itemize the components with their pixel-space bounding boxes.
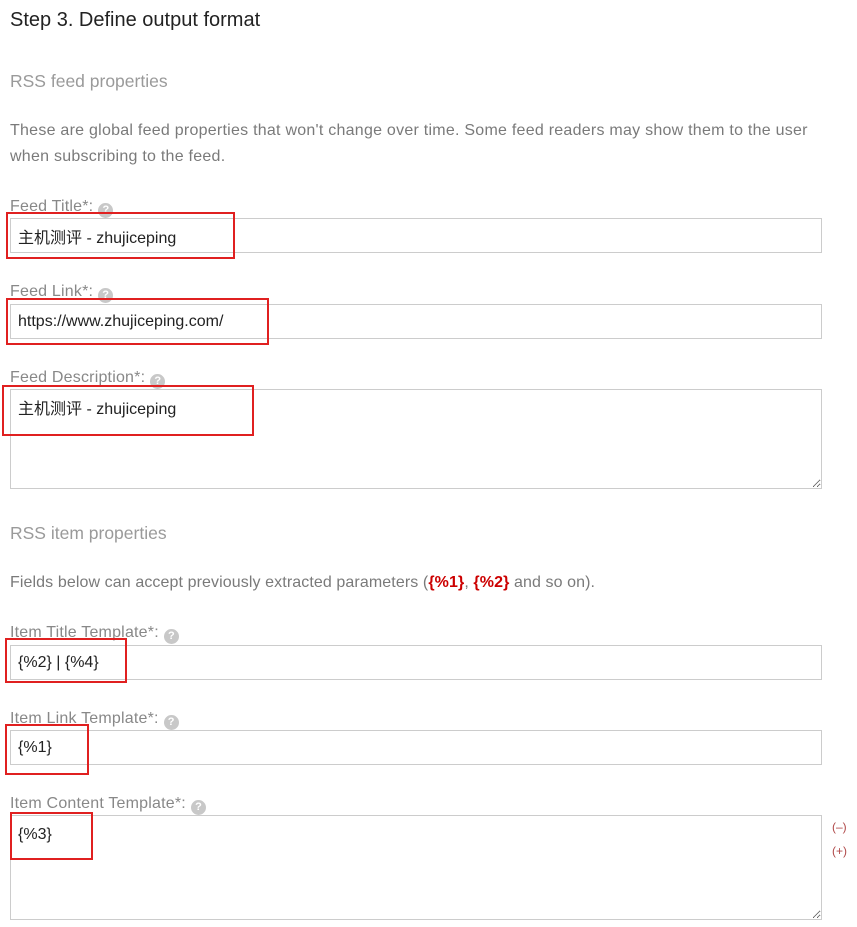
page-title: Step 3. Define output format [10, 9, 261, 31]
help-icon[interactable]: ? [98, 203, 114, 218]
help-icon[interactable]: ? [150, 374, 166, 389]
item-content-template-label: Item Content Template*:? [10, 794, 206, 815]
help-icon[interactable]: ? [163, 715, 179, 730]
shrink-textarea-link[interactable]: (–) [832, 819, 847, 835]
feed-description-label-text: Feed Description*: [10, 369, 146, 386]
item-link-template-label: Item Link Template*:? [10, 709, 179, 730]
feed-description-textarea[interactable]: 主机测评 - zhujiceping [10, 389, 822, 489]
feed-link-label-text: Feed Link*: [10, 283, 94, 300]
item-title-template-label: Item Title Template*:? [10, 623, 179, 644]
item-link-template-label-text: Item Link Template*: [10, 710, 159, 727]
feed-title-label: Feed Title*:? [10, 197, 114, 218]
param-token-2: {%2} [473, 574, 510, 591]
feed-description-label: Feed Description*:? [10, 368, 166, 389]
item-section-hint: Fields below can accept previously extra… [10, 573, 595, 593]
feed-title-label-text: Feed Title*: [10, 198, 94, 215]
item-title-template-input[interactable] [10, 645, 822, 680]
grow-textarea-link[interactable]: (+) [832, 843, 847, 859]
item-link-template-input[interactable] [10, 730, 822, 765]
help-icon[interactable]: ? [98, 288, 114, 303]
param-token-1: {%1} [428, 574, 465, 591]
item-title-template-label-text: Item Title Template*: [10, 624, 159, 641]
hint-prefix: Fields below can accept previously extra… [10, 574, 429, 591]
feed-section-description: These are global feed properties that wo… [10, 122, 808, 165]
hint-suffix: and so on). [509, 574, 596, 591]
help-icon[interactable]: ? [163, 629, 179, 644]
item-content-template-textarea[interactable]: {%3} [10, 815, 822, 920]
help-icon[interactable]: ? [190, 800, 206, 815]
feed-link-label: Feed Link*:? [10, 282, 114, 303]
item-content-template-label-text: Item Content Template*: [10, 795, 186, 812]
feed-section-title: RSS feed properties [10, 71, 168, 91]
feed-link-input[interactable] [10, 304, 822, 339]
feed-title-input[interactable] [10, 218, 822, 253]
item-section-title: RSS item properties [10, 523, 167, 543]
